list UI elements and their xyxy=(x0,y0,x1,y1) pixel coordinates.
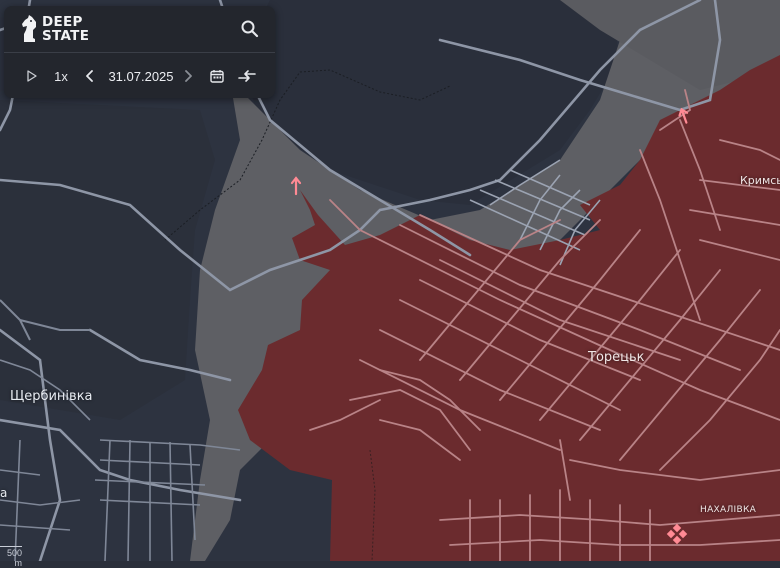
logo-text: DEEP STATE xyxy=(42,15,89,43)
village-label-shcherbynivka: Щербинівка xyxy=(10,389,93,404)
play-icon xyxy=(27,70,37,82)
calendar-button[interactable] xyxy=(207,66,227,86)
search-icon xyxy=(241,20,259,38)
control-panel: DEEP STATE 1x 31.07.2025 xyxy=(4,6,275,98)
district-label-nakhalivka: НАХАЛІВКА xyxy=(700,505,757,515)
calendar-icon xyxy=(210,70,224,83)
knight-icon xyxy=(22,15,36,42)
play-button[interactable] xyxy=(23,66,41,86)
search-button[interactable] xyxy=(239,18,261,40)
cut-off-label: а xyxy=(0,486,8,500)
panel-divider xyxy=(4,52,275,53)
scale-bar: 500 m xyxy=(0,546,22,568)
village-label-krymske: Кримсь xyxy=(740,174,780,187)
next-date-button[interactable] xyxy=(180,66,196,86)
previous-date-button[interactable] xyxy=(82,66,98,86)
compare-button[interactable] xyxy=(235,66,259,86)
deepstate-logo[interactable]: DEEP STATE xyxy=(20,14,89,44)
town-label-toretsk: Торецьк xyxy=(588,350,645,365)
speed-button[interactable]: 1x xyxy=(50,66,72,86)
compare-arrows-icon xyxy=(238,70,256,82)
date-display[interactable]: 31.07.2025 xyxy=(104,66,178,86)
logo-line1: DEEP xyxy=(42,14,83,30)
chevron-left-icon xyxy=(86,70,93,82)
logo-line2: STATE xyxy=(42,28,90,44)
chevron-right-icon xyxy=(185,70,192,82)
timeline-controls: 1x 31.07.2025 xyxy=(4,62,275,90)
